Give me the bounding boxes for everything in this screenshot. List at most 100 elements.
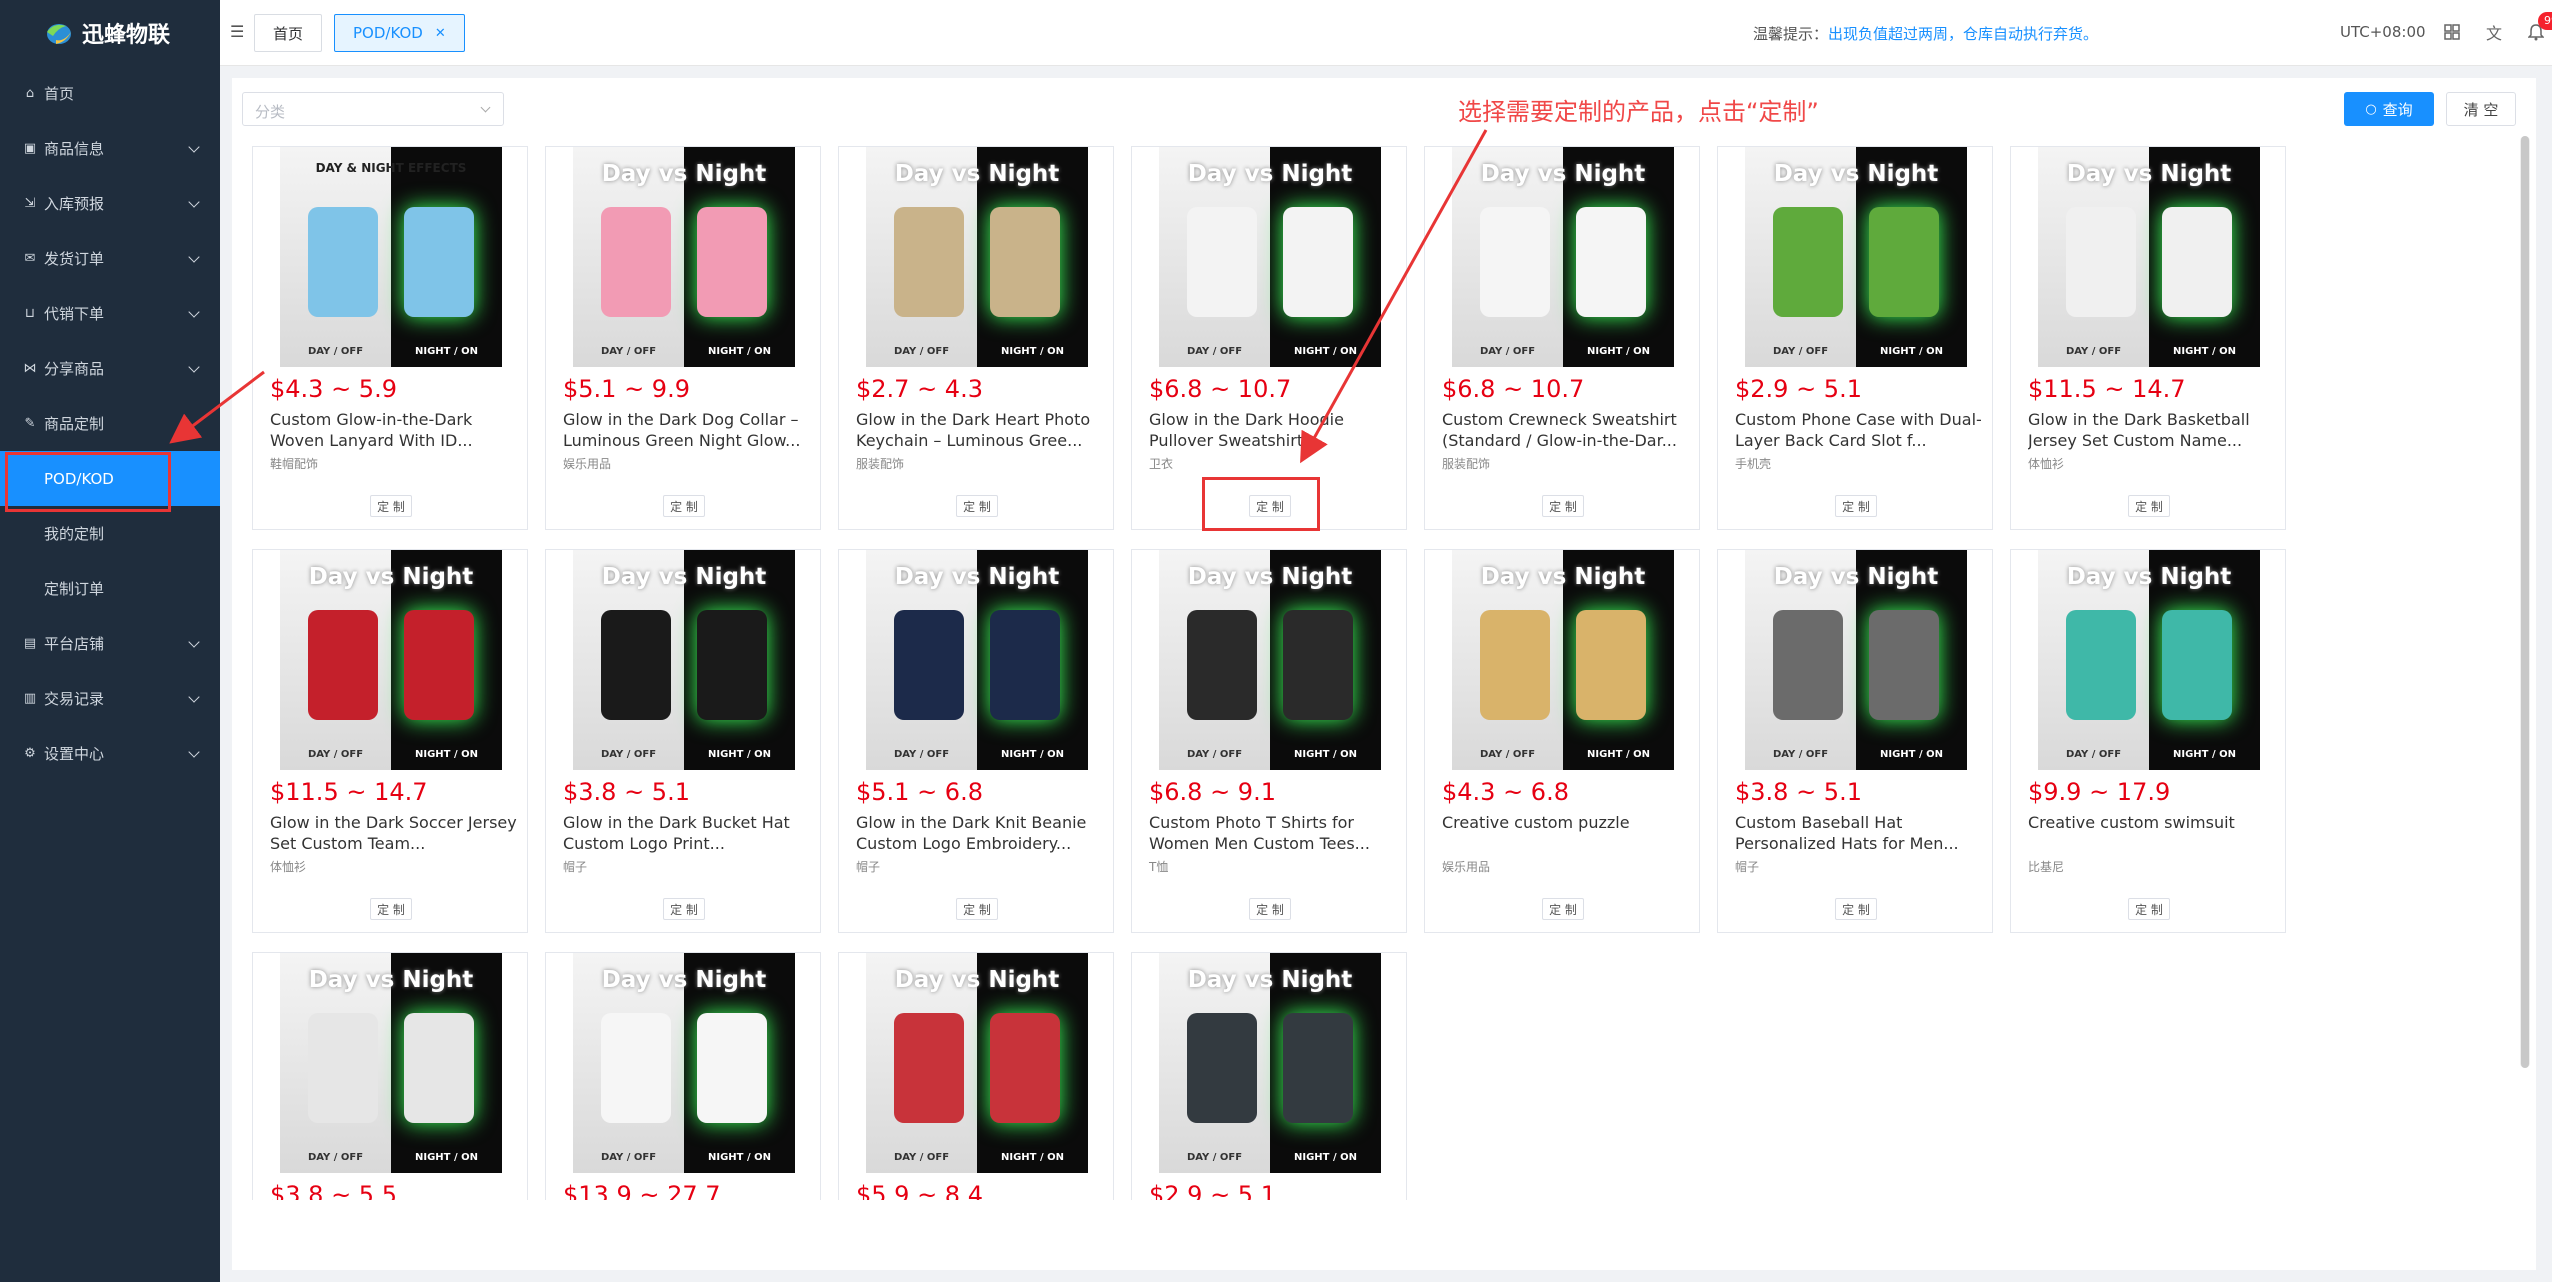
customize-button[interactable]: 定 制	[956, 898, 998, 920]
sidebar-item-shipping-orders[interactable]: ✉ 发货订单	[0, 231, 220, 286]
sidebar-item-custom-orders[interactable]: 定制订单	[0, 561, 220, 616]
tab-close-icon[interactable]: ✕	[435, 26, 446, 41]
customize-button[interactable]: 定 制	[663, 495, 705, 517]
product-image[interactable]: Day vs Night DAY / OFF NIGHT / ON	[573, 953, 795, 1173]
product-image[interactable]: Day vs Night DAY / OFF NIGHT / ON	[1745, 550, 1967, 770]
customize-button[interactable]: 定 制	[663, 898, 705, 920]
product-category: T恤	[1149, 860, 1169, 874]
image-title: Day vs Night	[894, 161, 1060, 187]
product-card[interactable]: Day vs Night DAY / OFF NIGHT / ON $11.5 ~ 1…	[2010, 146, 2286, 530]
sidebar-item-share-products[interactable]: ⋈ 分享商品	[0, 341, 220, 396]
product-title[interactable]: Glow in the Dark Bucket Hat Custom Logo …	[563, 812, 813, 854]
customize-button[interactable]: 定 制	[1835, 495, 1877, 517]
product-card[interactable]: Day vs Night DAY / OFF NIGHT / ON $6.8 ~ 10…	[1424, 146, 1700, 530]
product-price: $9.9 ~ 17.9	[2028, 778, 2171, 806]
product-card[interactable]: Day vs Night DAY / OFF NIGHT / ON $3.8 ~ 5.…	[1717, 549, 1993, 933]
app-logo[interactable]: 迅蜂物联	[0, 0, 220, 66]
product-image[interactable]: Day vs Night DAY / OFF NIGHT / ON	[280, 953, 502, 1173]
sidebar-item-platform-stores[interactable]: ▤ 平台店铺	[0, 616, 220, 671]
product-card[interactable]: Day vs Night DAY / OFF NIGHT / ON $5.1 ~ 9.…	[545, 146, 821, 530]
product-card[interactable]: Day vs Night DAY / OFF NIGHT / ON $5.9 ~ 8.…	[838, 952, 1114, 1200]
customize-button[interactable]: 定 制	[1249, 898, 1291, 920]
product-image[interactable]: Day vs Night DAY / OFF NIGHT / ON	[573, 147, 795, 367]
sidebar-item-my-customization[interactable]: 我的定制	[0, 506, 220, 561]
customize-button[interactable]: 定 制	[1835, 898, 1877, 920]
notice-link[interactable]: 出现负值超过两周，仓库自动执行弃货。	[1828, 25, 2098, 43]
tab-label: 首页	[273, 24, 304, 43]
product-title[interactable]: Custom Phone Case with Dual-Layer Back C…	[1735, 409, 1985, 451]
product-image[interactable]: Day vs Night DAY / OFF NIGHT / ON	[1159, 550, 1381, 770]
sidebar-item-transactions[interactable]: ▥ 交易记录	[0, 671, 220, 726]
product-card[interactable]: Day vs Night DAY / OFF NIGHT / ON $11.5 ~ 1…	[252, 549, 528, 933]
customize-button[interactable]: 定 制	[1542, 495, 1584, 517]
grid-icon[interactable]	[2442, 22, 2462, 42]
scrollbar-thumb[interactable]	[2521, 136, 2529, 1068]
product-title[interactable]: Glow in the Dark Dog Collar – Luminous G…	[563, 409, 813, 451]
product-image[interactable]: Day vs Night DAY / OFF NIGHT / ON	[280, 550, 502, 770]
product-image[interactable]: Day vs Night DAY / OFF NIGHT / ON	[1159, 147, 1381, 367]
product-image[interactable]: Day vs Night DAY / OFF NIGHT / ON	[866, 147, 1088, 367]
customize-button[interactable]: 定 制	[370, 898, 412, 920]
product-title[interactable]: Creative custom swimsuit	[2028, 812, 2278, 854]
sidebar-item-inbound-forecast[interactable]: ⇲ 入库预报	[0, 176, 220, 231]
product-shape-day	[1187, 1013, 1257, 1123]
tab-home[interactable]: 首页	[254, 14, 323, 52]
sidebar-item-consignment[interactable]: ⊔ 代销下单	[0, 286, 220, 341]
product-image[interactable]: Day vs Night DAY / OFF NIGHT / ON	[573, 550, 795, 770]
product-card[interactable]: Day vs Night DAY / OFF NIGHT / ON $5.1 ~ 6.…	[838, 549, 1114, 933]
product-image[interactable]: Day vs Night DAY / OFF NIGHT / ON	[2038, 550, 2260, 770]
sidebar-item-home[interactable]: ⌂ 首页	[0, 66, 220, 121]
customize-button[interactable]: 定 制	[956, 495, 998, 517]
product-title[interactable]: Glow in the Dark Basketball Jersey Set C…	[2028, 409, 2278, 451]
customize-button[interactable]: 定 制	[2128, 495, 2170, 517]
product-title[interactable]: Glow in the Dark Knit Beanie Custom Logo…	[856, 812, 1106, 854]
product-image[interactable]: Day vs Night DAY / OFF NIGHT / ON	[1159, 953, 1381, 1173]
sidebar-item-product-info[interactable]: ▣ 商品信息	[0, 121, 220, 176]
day-label: DAY / OFF	[1772, 749, 1829, 760]
night-label: NIGHT / ON	[2173, 749, 2236, 760]
customize-button[interactable]: 定 制	[2128, 898, 2170, 920]
product-image[interactable]: Day vs Night DAY / OFF NIGHT / ON	[1452, 550, 1674, 770]
product-card[interactable]: Day vs Night DAY / OFF NIGHT / ON $2.9 ~ 5.…	[1131, 952, 1407, 1200]
product-card[interactable]: Day vs Night DAY / OFF NIGHT / ON $6.8 ~ 9.…	[1131, 549, 1407, 933]
product-image[interactable]: DAY & NIGHT EFFECTS DAY / OFF NIGHT / ON	[280, 147, 502, 367]
sidebar-item-settings[interactable]: ⚙ 设置中心	[0, 726, 220, 781]
sidebar-item-label: 设置中心	[44, 745, 105, 763]
product-image[interactable]: Day vs Night DAY / OFF NIGHT / ON	[866, 550, 1088, 770]
product-card[interactable]: Day vs Night DAY / OFF NIGHT / ON $2.9 ~ 5.…	[1717, 146, 1993, 530]
product-card[interactable]: Day vs Night DAY / OFF NIGHT / ON $2.7 ~ 4.…	[838, 146, 1114, 530]
sidebar-item-product-customize[interactable]: ✎ 商品定制	[0, 396, 220, 451]
night-label: NIGHT / ON	[1587, 346, 1650, 357]
chevron-down-icon	[188, 251, 200, 263]
product-card[interactable]: Day vs Night DAY / OFF NIGHT / ON $3.8 ~ 5.…	[545, 549, 821, 933]
product-title[interactable]: Creative custom puzzle	[1442, 812, 1692, 854]
translate-icon[interactable]: 文	[2484, 22, 2504, 43]
product-title[interactable]: Custom Photo T Shirts for Women Men Cust…	[1149, 812, 1399, 854]
product-card[interactable]: Day vs Night DAY / OFF NIGHT / ON $9.9 ~ 17…	[2010, 549, 2286, 933]
product-card[interactable]: Day vs Night DAY / OFF NIGHT / ON $13.9 ~ 2…	[545, 952, 821, 1200]
product-image[interactable]: Day vs Night DAY / OFF NIGHT / ON	[1452, 147, 1674, 367]
collapse-sidebar-icon[interactable]: ☰	[230, 22, 248, 41]
day-label: DAY / OFF	[1772, 346, 1829, 357]
image-title: Day vs Night	[2066, 564, 2232, 590]
product-price: $5.1 ~ 6.8	[856, 778, 983, 806]
product-card[interactable]: Day vs Night DAY / OFF NIGHT / ON $6.8 ~ 10…	[1131, 146, 1407, 530]
product-shape-day	[1773, 610, 1843, 720]
product-title[interactable]: Glow in the Dark Hoodie Pullover Sweatsh…	[1149, 409, 1399, 451]
product-title[interactable]: Glow in the Dark Heart Photo Keychain – …	[856, 409, 1106, 451]
product-card[interactable]: Day vs Night DAY / OFF NIGHT / ON $3.8 ~ 5.…	[252, 952, 528, 1200]
timezone: UTC+08:00	[2340, 23, 2426, 41]
product-card[interactable]: DAY & NIGHT EFFECTS DAY / OFF NIGHT / ON $4…	[252, 146, 528, 530]
product-image[interactable]: Day vs Night DAY / OFF NIGHT / ON	[1745, 147, 1967, 367]
scrollbar[interactable]	[2520, 136, 2530, 1068]
product-title[interactable]: Custom Baseball Hat Personalized Hats fo…	[1735, 812, 1985, 854]
product-title[interactable]: Custom Glow-in-the-Dark Woven Lanyard Wi…	[270, 409, 520, 451]
product-card[interactable]: Day vs Night DAY / OFF NIGHT / ON $4.3 ~ 6.…	[1424, 549, 1700, 933]
customize-button[interactable]: 定 制	[1542, 898, 1584, 920]
product-title[interactable]: Custom Crewneck Sweatshirt (Standard / G…	[1442, 409, 1692, 451]
customize-button[interactable]: 定 制	[370, 495, 412, 517]
product-image[interactable]: Day vs Night DAY / OFF NIGHT / ON	[866, 953, 1088, 1173]
tab-pod-kod[interactable]: POD/KOD ✕	[334, 14, 465, 52]
product-title[interactable]: Glow in the Dark Soccer Jersey Set Custo…	[270, 812, 520, 854]
product-image[interactable]: Day vs Night DAY / OFF NIGHT / ON	[2038, 147, 2260, 367]
